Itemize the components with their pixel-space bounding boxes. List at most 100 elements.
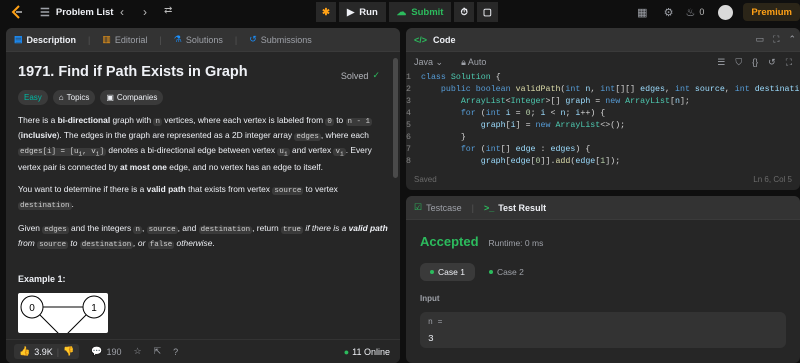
description-panel: ▤ Description | ▥ Editorial | ⚗ Solutions |… — [6, 28, 400, 363]
leetcode-logo-icon[interactable] — [10, 5, 24, 19]
example-graph-image: 0 1 — [18, 292, 108, 333]
prev-problem-icon[interactable]: ‹ — [120, 5, 124, 19]
notes-icon[interactable]: ☰ — [717, 57, 725, 68]
timer-icon[interactable]: ⏱ — [454, 2, 474, 22]
problem-list-link[interactable]: ☰ Problem List — [40, 6, 113, 19]
check-circle-icon: ✓ — [372, 70, 380, 80]
streak-count: 0 — [699, 7, 705, 17]
cloud-upload-icon: ☁ — [396, 6, 407, 18]
top-bar: ☰ Problem List ‹ › ⇄ ✱ ▶ Run ☁ Submit ⏱ ▢ … — [0, 0, 800, 24]
difficulty-badge: Easy — [18, 90, 48, 105]
runtime-text: Runtime: 0 ms — [488, 238, 544, 248]
description-paragraph-3: Given edges and the integers n, source, … — [18, 222, 388, 249]
layout-grid-icon[interactable]: ▦ — [637, 6, 647, 19]
code-title: Code — [433, 34, 456, 45]
format-code-icon[interactable]: {} — [752, 57, 758, 68]
line-numbers: 1 2 3 4 5 6 7 8 — [406, 73, 411, 166]
share-icon[interactable]: ⇱ — [154, 346, 162, 357]
case-2-tab[interactable]: Case 2 — [479, 263, 534, 281]
result-panel: ☑ Testcase | >_ Test Result Accepted Runti… — [406, 196, 800, 363]
chevron-down-icon: ⌄ — [435, 56, 444, 67]
tab-solutions[interactable]: ⚗ Solutions — [174, 34, 223, 45]
list-icon: ☰ — [40, 7, 50, 19]
graph-svg: 0 1 — [20, 295, 106, 333]
cursor-position: Ln 6, Col 5 — [753, 175, 792, 184]
tab-divider: | — [88, 34, 91, 45]
online-count: ● 11 Online — [343, 346, 390, 357]
problem-title[interactable]: 1971. Find if Path Exists in Graph — [18, 64, 388, 80]
tab-divider: | — [471, 202, 474, 213]
solved-status: Solved ✓ — [340, 70, 380, 81]
flask-icon: ⚗ — [173, 34, 182, 44]
settings-gear-icon[interactable]: ⚙ — [664, 6, 674, 19]
thumbs-down-icon[interactable]: 👎 — [63, 346, 74, 357]
document-icon: ▤ — [14, 34, 23, 44]
tag-icon: ⌂ — [58, 93, 64, 102]
case-tabs: Case 1 Case 2 — [420, 263, 786, 281]
history-icon: ↺ — [249, 34, 257, 44]
fullscreen-icon[interactable]: ⛶ — [773, 34, 779, 45]
top-right-icons: ▦ ⚙ ♨ 0 Premium — [637, 0, 800, 24]
next-problem-icon[interactable]: › — [143, 5, 147, 19]
language-select[interactable]: Java ⌄ — [414, 57, 443, 68]
fire-icon[interactable]: ♨ — [685, 6, 695, 19]
star-icon[interactable]: ☆ — [134, 346, 142, 357]
description-paragraph-2: You want to determine if there is a vali… — [18, 183, 338, 210]
panel-layout-icon[interactable]: ▭ — [756, 34, 765, 45]
like-button[interactable]: 👍 3.9K | 👎 — [14, 344, 80, 359]
terminal-icon: >_ — [483, 202, 495, 213]
submit-button[interactable]: ☁ Submit — [388, 2, 452, 22]
code-brackets-icon: </> — [414, 34, 428, 45]
checkbox-icon: ☑ — [414, 202, 423, 212]
thumbs-up-icon: 👍 — [19, 346, 31, 356]
editor-toolbar: Java ⌄ 🔒︎ Auto ☰ ⛉ {} ↺ ⛶ — [406, 52, 800, 72]
pass-dot-icon — [430, 270, 434, 274]
description-content: 1971. Find if Path Exists in Graph Solve… — [6, 52, 400, 343]
case-1-tab[interactable]: Case 1 — [420, 263, 475, 281]
tab-description[interactable]: ▤ Description — [14, 34, 76, 45]
reset-icon[interactable]: ↺ — [768, 57, 776, 68]
lock-icon: 🔒︎ — [461, 56, 466, 67]
result-content: Accepted Runtime: 0 ms Case 1 Case 2 Inp… — [406, 220, 800, 358]
auto-toggle[interactable]: 🔒︎ Auto — [461, 57, 486, 68]
run-submit-group: ✱ ▶ Run ☁ Submit ⏱ ▢ — [316, 2, 498, 22]
help-icon[interactable]: ? — [173, 347, 178, 357]
companies-chip[interactable]: ▣ Companies — [100, 90, 164, 105]
input-var-value: 3 — [428, 333, 434, 344]
book-icon: ▥ — [102, 34, 111, 44]
bookmark-icon[interactable]: ⛉ — [735, 57, 742, 68]
lock-icon: ▣ — [106, 93, 114, 102]
premium-button[interactable]: Premium — [743, 3, 800, 21]
scrollbar[interactable] — [393, 58, 398, 178]
input-var-name: n = — [428, 318, 443, 327]
expand-icon[interactable]: ⛶ — [786, 57, 792, 68]
notes-icon[interactable]: ▢ — [476, 2, 498, 22]
editor-actions: ☰ ⛉ {} ↺ ⛶ — [717, 57, 792, 68]
collapse-icon[interactable]: ⌃ — [788, 34, 796, 45]
code-panel: </> Code ▭ ⛶ ⌃ Java ⌄ 🔒︎ Auto ☰ ⛉ {} ↺ ⛶… — [406, 28, 800, 190]
input-box: n = 3 — [420, 312, 786, 348]
verdict-text: Accepted — [420, 234, 479, 249]
online-dot-icon: ● — [343, 346, 350, 357]
code-header: </> Code ▭ ⛶ ⌃ — [406, 28, 800, 52]
tab-divider: | — [159, 34, 162, 45]
code-panel-controls: ▭ ⛶ ⌃ — [756, 34, 796, 45]
tab-submissions[interactable]: ↺ Submissions — [249, 34, 312, 45]
shuffle-icon[interactable]: ⇄ — [164, 5, 172, 16]
code-editor[interactable]: 1 2 3 4 5 6 7 8 class Solution { public … — [406, 72, 800, 168]
comments-button[interactable]: 💬 190 — [91, 346, 121, 357]
debug-icon[interactable]: ✱ — [316, 2, 336, 22]
graph-node-1: 1 — [91, 303, 97, 314]
avatar[interactable] — [718, 4, 734, 20]
tab-editorial[interactable]: ▥ Editorial — [102, 34, 147, 45]
example-heading: Example 1: — [18, 273, 66, 284]
result-tabs: ☑ Testcase | >_ Test Result — [406, 196, 800, 220]
tab-testcase[interactable]: ☑ Testcase — [414, 202, 462, 213]
run-button[interactable]: ▶ Run — [338, 2, 386, 22]
description-footer: 👍 3.9K | 👎 💬 190 ☆ ⇱ ? ● 11 Online — [6, 339, 400, 363]
tab-test-result[interactable]: >_ Test Result — [484, 203, 546, 213]
save-status: Saved — [414, 175, 437, 184]
topics-chip[interactable]: ⌂ Topics — [52, 90, 96, 105]
comment-icon: 💬 — [91, 346, 103, 356]
verdict-row: Accepted Runtime: 0 ms — [420, 234, 786, 249]
